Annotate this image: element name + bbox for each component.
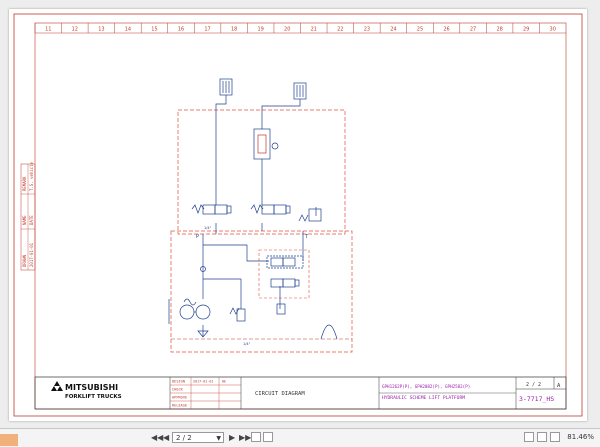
- column-number: 23: [364, 27, 370, 33]
- column-number: 11: [45, 27, 51, 33]
- logo-name: MITSUBISHI: [65, 383, 118, 392]
- chevron-down-icon: ▼: [216, 435, 221, 442]
- fit-width-icon[interactable]: [537, 432, 547, 442]
- revision-row-label: CHECK: [172, 388, 184, 392]
- page-selector[interactable]: 2 / 2 ▼: [172, 432, 224, 443]
- zoom-level[interactable]: 81.46%: [567, 433, 594, 441]
- column-number: 29: [523, 27, 529, 33]
- margin-vehicle: T.S. vehicle: [29, 162, 34, 191]
- column-number: 30: [550, 27, 556, 33]
- revision-row-label: RELEASE: [172, 404, 187, 408]
- previous-page-icon[interactable]: ◀: [163, 433, 169, 442]
- fit-page-icon[interactable]: [524, 432, 534, 442]
- column-number: 15: [151, 27, 157, 33]
- line-size-top: 1/4": [204, 226, 212, 230]
- column-number: 24: [390, 27, 396, 33]
- relief-valve-upper: [298, 208, 322, 222]
- port-t-label: T: [304, 234, 309, 240]
- drawing-description: HYDRAULIC SCHEME LIFT PLATFORM: [382, 395, 465, 401]
- margin-name: NAME: [22, 215, 27, 225]
- page-indicator: 2 / 2: [176, 434, 192, 442]
- column-number: 16: [178, 27, 184, 33]
- drawing-title: CIRCUIT DIAGRAM: [255, 391, 305, 397]
- power-pack-block: [170, 230, 353, 353]
- zoom-out-icon[interactable]: [550, 432, 560, 442]
- margin-drawn-date: 2017-01-01: [29, 242, 34, 267]
- revision-row-name: HE: [222, 380, 226, 384]
- two-page-view-icon[interactable]: [263, 432, 273, 442]
- column-number: 26: [443, 27, 449, 33]
- column-number: 28: [496, 27, 502, 33]
- directional-valve-right: [250, 204, 291, 215]
- margin-remark: REMARK: [22, 176, 27, 191]
- column-number: 19: [257, 27, 263, 33]
- drawing-number: 3-7717_HS: [519, 395, 554, 403]
- line-size-bottom: 1/4": [243, 342, 251, 346]
- column-number: 27: [470, 27, 476, 33]
- column-number: 12: [72, 27, 78, 33]
- port-p-label: P: [196, 234, 199, 240]
- control-valve-subblock: [258, 249, 310, 299]
- column-number: 18: [231, 27, 237, 33]
- inner-border: [34, 22, 567, 410]
- revision-row-date: 2017-01-01: [193, 380, 213, 384]
- taskbar-button[interactable]: [0, 434, 18, 446]
- first-page-icon[interactable]: ◀◀: [151, 433, 163, 442]
- margin-date: DATE: [29, 215, 34, 225]
- circuit-drawing: 11 12 13 14 15 16 17 18 19 20 21 22 23 24 25 26 27 28 29 30…: [13, 13, 583, 417]
- directional-valve-left: [191, 204, 232, 215]
- single-page-view-icon[interactable]: [251, 432, 261, 442]
- hydraulic-lines: [202, 95, 317, 337]
- column-number: 13: [98, 27, 104, 33]
- pdf-viewer-area: 11 12 13 14 15 16 17 18 19 20 21 22 23 24 25 26 27 28 29 30…: [0, 0, 600, 428]
- column-number: 22: [337, 27, 343, 33]
- column-number: 21: [311, 27, 317, 33]
- logo-sub: FORKLIFT TRUCKS: [65, 394, 122, 400]
- drawing-page: 11 12 13 14 15 16 17 18 19 20 21 22 23 24 25 26 27 28 29 30…: [9, 9, 587, 421]
- revision-letter: A: [557, 383, 561, 389]
- last-page-icon[interactable]: ▶▶: [239, 433, 251, 442]
- pdf-toolbar: ◀◀ ◀ 2 / 2 ▼ ▶ ▶▶ 81.46%: [0, 428, 600, 447]
- mitsubishi-logo-icon: [51, 381, 63, 391]
- lift-cylinder-left: [219, 78, 233, 96]
- column-number: 25: [417, 27, 423, 33]
- column-number-strip: 11 12 13 14 15 16 17 18 19 20 21 22 23 24 25 26 27 28 29 30: [34, 23, 556, 33]
- column-number: 14: [125, 27, 131, 33]
- column-number: 17: [204, 27, 210, 33]
- column-number: 20: [284, 27, 290, 33]
- tank-symbol: [320, 324, 338, 340]
- revision-row-label: APPROVE: [172, 396, 187, 400]
- sheet-number: 2 / 2: [526, 382, 541, 388]
- left-margin-table: REMARK T.S. vehicle NAME DATE DRAWN 2017…: [20, 162, 36, 271]
- model-list: GPH1262P(P), GPH2082(P), GPH2582(P): [382, 384, 470, 389]
- control-valve-block: [266, 255, 304, 315]
- lift-cylinder-right: [293, 82, 307, 100]
- pilot-check-valve: [253, 128, 279, 160]
- margin-drawn: DRAWN: [22, 254, 27, 267]
- revision-row-label: DESIGN: [172, 380, 185, 384]
- pump-motor-group: [168, 266, 246, 338]
- valve-block-upper: [177, 109, 346, 235]
- next-page-icon[interactable]: ▶: [229, 433, 235, 442]
- outer-border: [13, 13, 583, 417]
